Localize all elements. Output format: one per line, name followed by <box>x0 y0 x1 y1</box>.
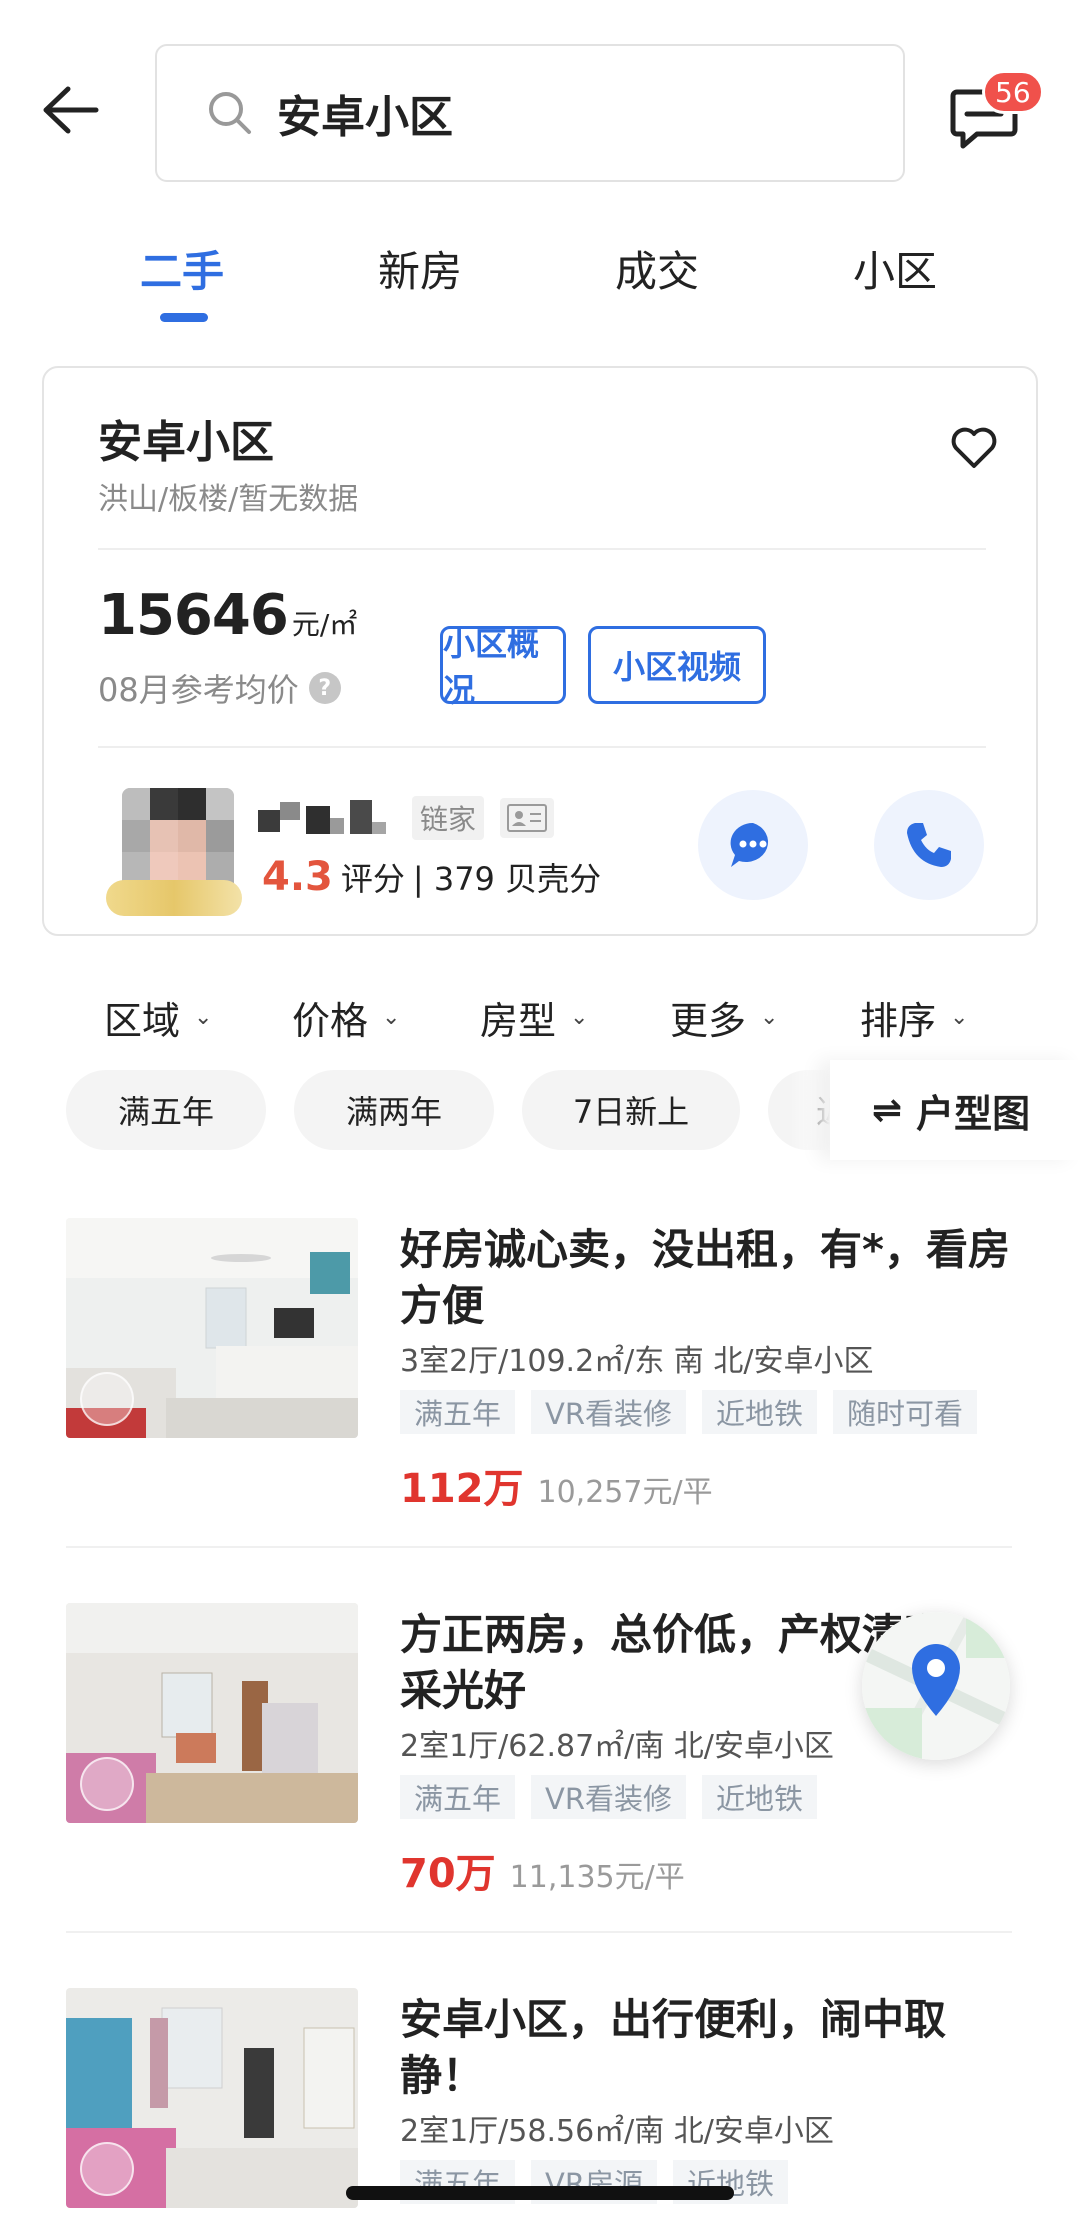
agent-shell-points: | 379 贝壳分 <box>412 860 602 898</box>
chat-dots-icon <box>730 822 769 867</box>
listing-photo <box>66 1603 358 1823</box>
help-icon[interactable]: ? <box>308 672 341 704</box>
vr-icon <box>80 1372 134 1426</box>
listing-unit-price: 10,257元/平 <box>537 1475 713 1510</box>
listing-tag: VR看装修 <box>531 1775 687 1819</box>
divider <box>98 548 986 550</box>
listing-tag: VR看装修 <box>531 1390 687 1434</box>
swap-arrows-icon: ⇌ <box>872 1089 903 1131</box>
map-view-button[interactable] <box>862 1612 1010 1760</box>
listing-title: 安卓小区，出行便利，闹中取静！ <box>400 1995 947 2100</box>
tab-new-homes[interactable]: 新房 <box>378 238 462 299</box>
listing-photo <box>66 1988 358 2208</box>
listing-unit-price: 11,135元/平 <box>509 1860 685 1895</box>
listing-price: 70万 11,135元/平 <box>400 1841 685 1899</box>
community-card[interactable]: 安卓小区 洪山/板楼/暂无数据 15646 元/㎡ 08月参考均价 ? 小区概况… <box>42 366 1038 936</box>
average-price-value: 15646 <box>98 583 289 648</box>
chevron-down-icon: ⌄ <box>382 1005 401 1030</box>
filter-sort-label: 排序 <box>860 999 937 1043</box>
chip-over-five-years[interactable]: 满五年 <box>66 1070 266 1150</box>
agent-score-label: 评分 <box>340 860 405 898</box>
listing-tag: 近地铁 <box>702 1775 818 1819</box>
listing-tags: 满五年 VR看装修 近地铁 随时可看 <box>400 1390 993 1434</box>
community-video-label: 小区视频 <box>612 648 741 686</box>
id-card-icon[interactable] <box>500 798 554 838</box>
community-video-button[interactable]: 小区视频 <box>588 626 766 704</box>
favorite-button[interactable] <box>944 418 1004 478</box>
back-button[interactable] <box>30 70 110 150</box>
listing-title: 好房诚心卖，没出租，有*，看房方便 <box>400 1225 1010 1330</box>
chip-new-in-7-days[interactable]: 7日新上 <box>522 1070 740 1150</box>
filter-layout[interactable]: 房型 ⌄ <box>480 990 588 1045</box>
community-overview-button[interactable]: 小区概况 <box>440 625 566 709</box>
vr-icon <box>80 2142 134 2196</box>
filter-more[interactable]: 更多 ⌄ <box>670 990 778 1045</box>
listing-price: 112万 10,257元/平 <box>400 1456 713 1514</box>
search-input[interactable]: 安卓小区 <box>155 44 905 182</box>
community-subtitle: 洪山/板楼/暂无数据 <box>98 482 359 517</box>
agent-company-tag: 链家 <box>412 796 485 840</box>
chevron-down-icon: ⌄ <box>570 1005 589 1030</box>
floorplan-toggle[interactable]: ⇌ 户型图 <box>830 1060 1080 1160</box>
agent-name-pixelated <box>254 798 404 842</box>
agent-rating: 4.3 评分 | 379 贝壳分 <box>262 854 601 900</box>
chip-over-two-years[interactable]: 满两年 <box>294 1070 494 1150</box>
average-price: 15646 元/㎡ <box>98 583 357 648</box>
tab-transactions[interactable]: 成交 <box>615 238 699 299</box>
agent-score: 4.3 <box>262 854 333 900</box>
tab-secondhand[interactable]: 二手 <box>140 238 224 299</box>
chevron-down-icon: ⌄ <box>194 1005 213 1030</box>
chat-agent-button[interactable] <box>698 790 808 900</box>
listing-meta: 2室1厅/62.87㎡/南 北/安卓小区 <box>400 1729 834 1764</box>
chip-label: 满五年 <box>117 1093 214 1131</box>
listing-photo <box>66 1218 358 1438</box>
listing-total-price: 112万 <box>400 1466 524 1512</box>
listing-tag: 近地铁 <box>702 1390 818 1434</box>
map-pin-icon <box>862 1612 1010 1760</box>
community-name: 安卓小区 <box>98 417 274 468</box>
active-tab-indicator <box>160 313 208 322</box>
filter-area-label: 区域 <box>104 999 181 1043</box>
arrow-left-icon <box>43 86 99 134</box>
average-price-unit: 元/㎡ <box>291 608 358 641</box>
listing-tag: 满五年 <box>400 1390 516 1434</box>
chevron-down-icon: ⌄ <box>950 1005 969 1030</box>
filter-price[interactable]: 价格 ⌄ <box>292 990 400 1045</box>
tab-communities[interactable]: 小区 <box>853 238 937 299</box>
listing-meta: 3室2厅/109.2㎡/东 南 北/安卓小区 <box>400 1344 874 1379</box>
search-query: 安卓小区 <box>277 92 453 143</box>
home-indicator <box>346 2186 734 2200</box>
filter-layout-label: 房型 <box>480 999 557 1043</box>
filter-more-label: 更多 <box>670 999 747 1043</box>
price-caption: 08月参考均价 ? <box>98 665 341 711</box>
floorplan-label: 户型图 <box>916 1091 1031 1136</box>
community-overview-label: 小区概况 <box>443 625 540 709</box>
filter-area[interactable]: 区域 ⌄ <box>104 990 212 1045</box>
listing-tag: 随时可看 <box>833 1390 978 1434</box>
search-icon <box>209 92 251 134</box>
filter-price-label: 价格 <box>292 999 369 1043</box>
listing-tags: 满五年 VR看装修 近地铁 <box>400 1775 833 1819</box>
listing-tag: 满五年 <box>400 1775 516 1819</box>
listing-total-price: 70万 <box>400 1851 496 1897</box>
divider <box>66 1931 1012 1933</box>
agent-level-badge <box>106 880 242 916</box>
chip-label: 7日新上 <box>572 1093 690 1131</box>
divider <box>66 1546 1012 1548</box>
divider <box>98 746 986 748</box>
listing-meta: 2室1厅/58.56㎡/南 北/安卓小区 <box>400 2114 834 2149</box>
vr-icon <box>80 1757 134 1811</box>
heart-icon <box>951 427 997 468</box>
chip-fade <box>790 1060 830 1160</box>
chevron-down-icon: ⌄ <box>760 1005 779 1030</box>
filter-sort[interactable]: 排序 ⌄ <box>860 990 968 1045</box>
chip-label: 满两年 <box>345 1093 442 1131</box>
phone-icon <box>907 823 951 867</box>
price-caption-text: 08月参考均价 <box>98 671 299 709</box>
message-count-badge: 56 <box>982 70 1044 114</box>
call-agent-button[interactable] <box>874 790 984 900</box>
